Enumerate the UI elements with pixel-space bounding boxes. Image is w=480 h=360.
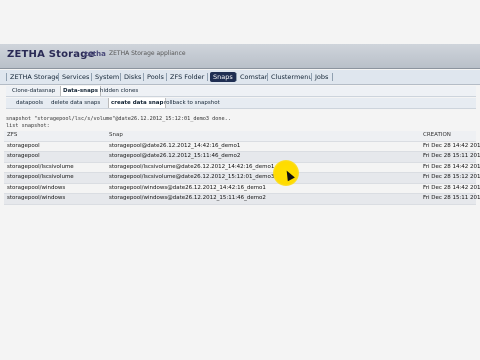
cell-creation: Fri Dec 28 14:42 2012 xyxy=(423,184,480,191)
cell-snap: storagepool/windows@date26.12.2012_14:42… xyxy=(109,184,266,191)
menu-separator xyxy=(311,73,312,81)
table-row: storagepool storagepool@date26.12.2012_1… xyxy=(4,152,480,163)
submenu-rollback-to-snapshot[interactable]: rollback to snapshot xyxy=(164,98,220,108)
output-line: snapshot "storagepool/lsc/s/volume"@date… xyxy=(6,116,231,122)
menu-separator xyxy=(91,73,92,81)
menu-separator xyxy=(6,73,7,81)
cell-zfs: storagepool/lscsivolume xyxy=(7,163,74,170)
app-header: ZETHA Storage zetha ZETHA Storage applia… xyxy=(0,44,480,69)
table-row: storagepool/lscsivolume storagepool/lscs… xyxy=(4,173,480,184)
submenu-datapools[interactable]: datapools xyxy=(16,98,43,108)
command-output: snapshot "storagepool/lsc/s/volume"@date… xyxy=(6,116,466,130)
cell-zfs: storagepool xyxy=(7,153,40,159)
submenu-create-data-snap[interactable]: create data snap xyxy=(108,98,167,108)
menu-services[interactable]: Services xyxy=(62,72,89,82)
menu-separator xyxy=(58,73,59,81)
app-window: ZETHA Storage zetha ZETHA Storage applia… xyxy=(0,0,480,360)
output-line: list snapshot: xyxy=(6,123,50,129)
menu-separator xyxy=(207,73,208,81)
submenu-clone-datasnap[interactable]: Clone-datasnap xyxy=(12,86,55,96)
column-header-snap: Snap xyxy=(109,132,123,138)
cell-snap: storagepool/lscsivolume@date26.12.2012_1… xyxy=(109,163,275,170)
menu-separator xyxy=(267,73,268,81)
menu-jobs[interactable]: Jobs xyxy=(315,72,328,82)
menu-comstar[interactable]: Comstar xyxy=(240,72,267,82)
cell-snap: storagepool/windows@date26.12.2012_15:11… xyxy=(109,195,266,201)
data-snaps-submenu: datapools delete data snaps create data … xyxy=(6,98,476,109)
cell-snap: storagepool@date26.12.2012_15:11:46_demo… xyxy=(109,153,241,159)
menu-zfs-folder[interactable]: ZFS Folder xyxy=(170,72,204,82)
cell-snap: storagepool/lscsivolume@date26.12.2012_1… xyxy=(109,174,275,180)
cell-creation: Fri Dec 28 14:42 2012 xyxy=(423,163,480,170)
cell-zfs: storagepool/windows xyxy=(7,195,66,201)
cell-creation: Fri Dec 28 15:12 2012 xyxy=(423,174,480,180)
table-row: storagepool/lscsivolume storagepool/lscs… xyxy=(4,163,480,173)
menu-separator xyxy=(143,73,144,81)
menu-pools[interactable]: Pools xyxy=(147,72,164,82)
logo: zetha xyxy=(84,50,106,58)
submenu-delete-data-snaps[interactable]: delete data snaps xyxy=(51,98,100,108)
app-title: ZETHA Storage xyxy=(7,49,95,60)
main-menu: ZETHA Storage Services System Disks Pool… xyxy=(0,70,480,85)
menu-clustermenu[interactable]: Clustermenu xyxy=(271,72,313,82)
column-header-zfs: ZFS xyxy=(7,132,18,138)
letterbox-bottom xyxy=(0,344,480,360)
cell-creation: Fri Dec 28 14:42 2012 xyxy=(423,142,480,149)
cell-zfs: storagepool/windows xyxy=(7,184,66,191)
snaps-submenu: Clone-datasnap Data-snaps hidden clones xyxy=(6,86,476,97)
table-row: storagepool/windows storagepool/windows@… xyxy=(4,194,480,205)
menu-separator xyxy=(120,73,121,81)
table-header-row: ZFS Snap CREATION xyxy=(4,131,476,142)
cell-creation: Fri Dec 28 15:11 2012 xyxy=(423,195,480,201)
menu-snaps[interactable]: Snaps xyxy=(210,72,236,82)
menu-separator xyxy=(166,73,167,81)
menu-separator xyxy=(236,73,237,81)
column-header-creation: CREATION xyxy=(423,132,451,138)
menu-separator xyxy=(332,73,333,81)
letterbox-top xyxy=(0,0,480,44)
menu-zetha-storage[interactable]: ZETHA Storage xyxy=(10,72,59,82)
cell-zfs: storagepool/lscsivolume xyxy=(7,174,74,180)
menu-disks[interactable]: Disks xyxy=(124,72,141,82)
app-subtitle: ZETHA Storage appliance xyxy=(109,50,186,57)
cell-creation: Fri Dec 28 15:11 2012 xyxy=(423,153,480,159)
submenu-data-snaps[interactable]: Data-snaps xyxy=(60,86,102,96)
table-row: storagepool/windows storagepool/windows@… xyxy=(4,184,480,194)
snapshot-table: ZFS Snap CREATION storagepool storagepoo… xyxy=(4,131,480,205)
menu-system[interactable]: System xyxy=(95,72,119,82)
cell-zfs: storagepool xyxy=(7,142,40,149)
table-row: storagepool storagepool@date26.12.2012_1… xyxy=(4,142,480,152)
cell-snap: storagepool@date26.12.2012_14:42:16_demo… xyxy=(109,142,241,149)
submenu-hidden-clones[interactable]: hidden clones xyxy=(100,86,138,96)
